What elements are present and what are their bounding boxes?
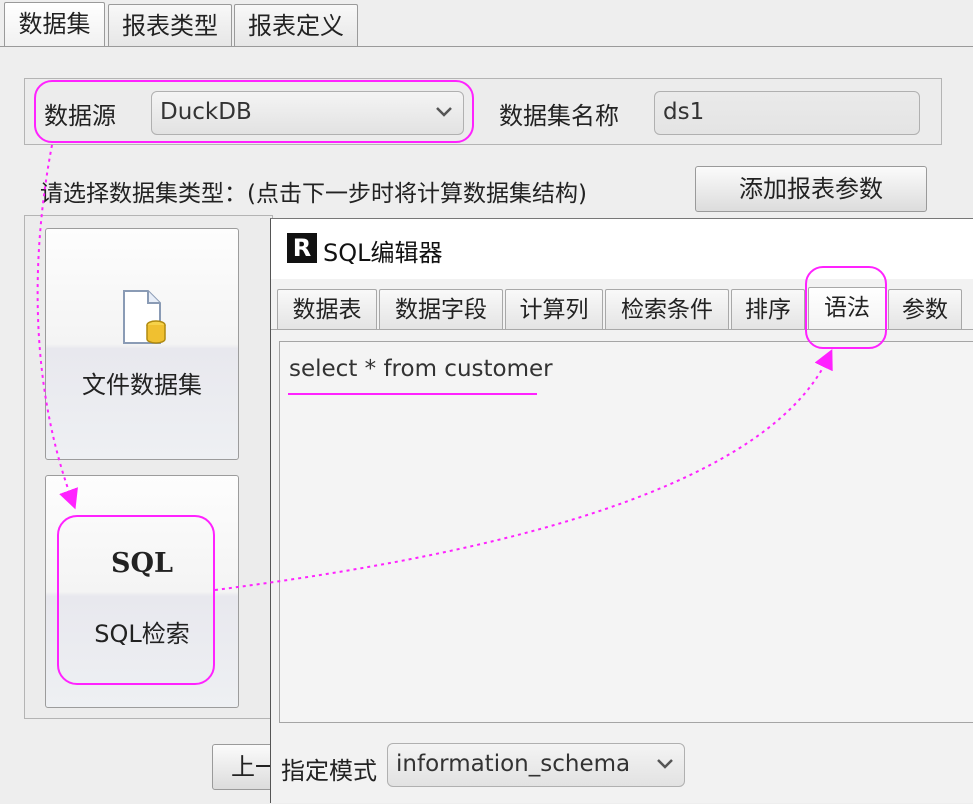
- annotation-arrows: [36, 144, 833, 591]
